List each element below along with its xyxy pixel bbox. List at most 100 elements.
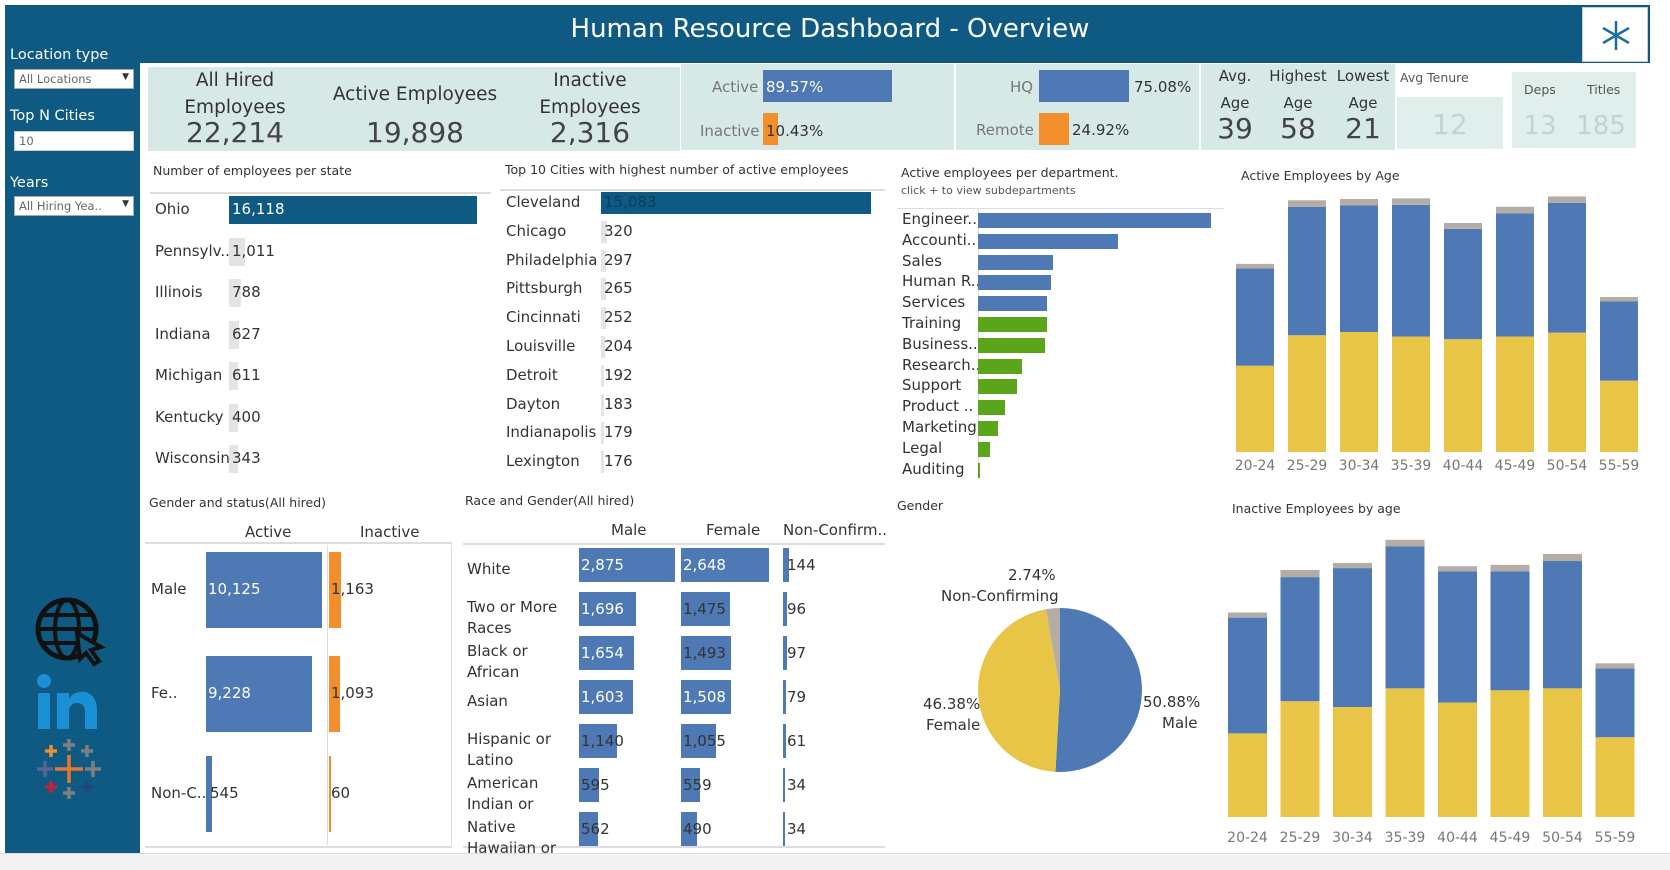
- race-nonconf-bar[interactable]: [783, 724, 786, 758]
- department-bar[interactable]: [978, 233, 1118, 249]
- city-label: Chicago: [506, 221, 567, 240]
- department-bar[interactable]: [978, 400, 1005, 416]
- male-segment[interactable]: [1280, 577, 1320, 702]
- department-bar[interactable]: [978, 337, 1046, 353]
- female-segment[interactable]: [1280, 701, 1320, 817]
- race-female-value: 1,475: [683, 600, 726, 618]
- avg-age-value: 39: [1217, 112, 1253, 145]
- race-nonconf-bar[interactable]: [783, 680, 787, 714]
- highest-age-label: Highest Age: [1269, 67, 1327, 112]
- nonconf-segment[interactable]: [1385, 539, 1425, 547]
- department-bar[interactable]: [978, 317, 1048, 332]
- age-tick-label: 40-44: [1437, 830, 1478, 846]
- department-bar[interactable]: [978, 213, 1211, 228]
- bottom-scrollbar[interactable]: [0, 853, 1670, 870]
- nonconf-segment[interactable]: [1600, 296, 1638, 302]
- department-bar[interactable]: [978, 462, 981, 478]
- nonconf-segment[interactable]: [1288, 200, 1326, 207]
- female-segment[interactable]: [1438, 702, 1477, 817]
- department-bar[interactable]: [978, 379, 1018, 395]
- female-segment[interactable]: [1288, 335, 1326, 452]
- department-bar[interactable]: [978, 296, 1048, 312]
- nonconf-segment[interactable]: [1228, 612, 1267, 618]
- top-n-cities-input[interactable]: 10: [14, 131, 134, 151]
- female-segment[interactable]: [1228, 733, 1267, 817]
- male-segment[interactable]: [1438, 571, 1477, 703]
- top-n-cities-label: Top N Cities: [10, 108, 95, 124]
- city-value: 192: [604, 365, 633, 384]
- race-male-value: 1,603: [581, 688, 624, 706]
- female-segment[interactable]: [1548, 332, 1586, 452]
- pie-slice-male[interactable]: [1055, 608, 1143, 772]
- department-bar[interactable]: [978, 275, 1052, 291]
- female-segment[interactable]: [1490, 690, 1530, 817]
- department-bar[interactable]: [978, 441, 991, 457]
- state-label: Kentucky: [155, 407, 224, 426]
- years-label: Years: [10, 175, 49, 191]
- female-segment[interactable]: [1340, 331, 1378, 452]
- nonconf-segment[interactable]: [1236, 263, 1274, 269]
- nonconf-segment[interactable]: [1543, 553, 1582, 562]
- titles-label: Titles: [1587, 82, 1621, 97]
- pie-slice-female[interactable]: [978, 609, 1060, 772]
- female-segment[interactable]: [1595, 737, 1635, 817]
- male-segment[interactable]: [1288, 206, 1326, 336]
- nonconf-segment[interactable]: [1490, 564, 1530, 572]
- male-segment[interactable]: [1490, 571, 1530, 691]
- male-segment[interactable]: [1548, 202, 1586, 333]
- tableau-icon[interactable]: [35, 737, 103, 801]
- male-segment[interactable]: [1496, 213, 1534, 337]
- pie-female-name: Female: [926, 716, 981, 734]
- nonconf-segment[interactable]: [1438, 566, 1477, 572]
- female-segment[interactable]: [1543, 688, 1582, 817]
- male-segment[interactable]: [1444, 228, 1482, 340]
- nonconf-segment[interactable]: [1340, 199, 1378, 206]
- column-divider: [451, 545, 452, 845]
- female-segment[interactable]: [1392, 336, 1430, 452]
- female-segment[interactable]: [1333, 707, 1372, 817]
- nonconf-segment[interactable]: [1548, 196, 1586, 203]
- remote-bar[interactable]: [1039, 113, 1069, 145]
- male-segment[interactable]: [1595, 668, 1635, 738]
- nonconf-segment[interactable]: [1595, 663, 1635, 669]
- male-segment[interactable]: [1600, 301, 1638, 381]
- female-segment[interactable]: [1444, 339, 1482, 452]
- department-label: Services: [902, 293, 966, 312]
- department-bar[interactable]: [978, 254, 1053, 270]
- deps-value: 13: [1523, 111, 1557, 141]
- dashboard-title: Human Resource Dashboard - Overview: [570, 14, 1090, 44]
- female-segment[interactable]: [1236, 365, 1274, 452]
- nonconf-segment[interactable]: [1444, 223, 1482, 229]
- titles-value: 185: [1576, 111, 1626, 141]
- male-segment[interactable]: [1236, 268, 1274, 366]
- city-label: Detroit: [506, 365, 558, 384]
- nonconf-segment[interactable]: [1333, 562, 1372, 569]
- male-segment[interactable]: [1543, 561, 1582, 689]
- nonconf-segment[interactable]: [1496, 206, 1534, 214]
- age-tick-label: 25-29: [1287, 458, 1328, 474]
- male-segment[interactable]: [1333, 568, 1372, 708]
- male-segment[interactable]: [1340, 205, 1378, 332]
- female-segment[interactable]: [1385, 688, 1425, 817]
- hq-bar[interactable]: [1039, 70, 1130, 102]
- male-segment[interactable]: [1392, 204, 1430, 337]
- race-nonconf-bar[interactable]: [783, 812, 785, 846]
- race-male-value: 562: [581, 820, 610, 838]
- female-segment[interactable]: [1496, 336, 1534, 452]
- race-nonconf-value: 79: [787, 688, 807, 706]
- nonconf-segment[interactable]: [1280, 570, 1320, 578]
- male-segment[interactable]: [1228, 617, 1267, 734]
- linkedin-icon[interactable]: [35, 673, 101, 733]
- male-segment[interactable]: [1385, 546, 1425, 689]
- department-bar[interactable]: [978, 421, 998, 436]
- nonconf-segment[interactable]: [1392, 198, 1430, 205]
- race-nonconf-bar[interactable]: [783, 768, 785, 802]
- female-segment[interactable]: [1600, 380, 1638, 452]
- department-bar[interactable]: [978, 358, 1023, 374]
- gender-active-value: 9,228: [208, 684, 251, 702]
- years-select[interactable]: All Hiring Yea.. ▼: [14, 196, 134, 216]
- pie-male-name: Male: [1162, 714, 1198, 732]
- city-label: Pittsburgh: [506, 279, 583, 298]
- location-type-select[interactable]: All Locations ▼: [14, 69, 134, 89]
- globe-cursor-icon[interactable]: [35, 597, 107, 667]
